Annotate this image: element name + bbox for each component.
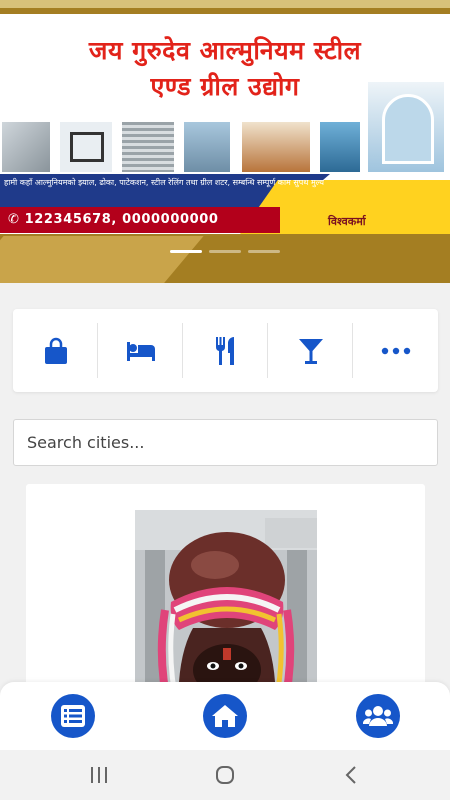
ad-title-line1: जय गुरुदेव आल्मुनियम स्टील	[88, 36, 362, 65]
staircase-photo	[0, 120, 52, 174]
carousel-indicators[interactable]	[0, 250, 450, 254]
nav-list-button[interactable]	[51, 694, 95, 738]
carousel-dot-active[interactable]	[170, 250, 202, 253]
hero-diagonal	[0, 236, 204, 283]
bed-icon	[126, 341, 155, 361]
ad-description: हामी कहाँ आल्मुनियमको झ्याल, ढोका, पाटेक…	[4, 178, 324, 187]
ad-title-line2: एण्ड ग्रील उद्योग	[150, 72, 300, 101]
phone-icon: ✆	[8, 212, 25, 227]
users-icon	[363, 706, 393, 726]
shopping-bag-icon	[44, 337, 67, 364]
recents-button[interactable]	[86, 762, 112, 788]
category-hotels[interactable]	[98, 309, 183, 392]
search-cities-input[interactable]	[13, 419, 438, 466]
category-bar	[13, 309, 438, 392]
category-restaurants[interactable]	[183, 309, 268, 392]
nav-community-button[interactable]	[356, 694, 400, 738]
utensils-icon	[215, 336, 234, 365]
more-horizontal-icon	[381, 347, 410, 354]
bottom-navigation	[0, 682, 450, 750]
shutter-photo	[120, 120, 176, 174]
advertisement-banner[interactable]: जय गुरुदेव आल्मुनियम स्टील एण्ड ग्रील उद…	[0, 14, 450, 234]
carousel-dot[interactable]	[209, 250, 241, 253]
ad-photo-strip	[0, 80, 450, 178]
category-shopping[interactable]	[13, 309, 98, 392]
ad-phone-number: 122345678, 0000000000	[24, 212, 219, 227]
carousel-dot[interactable]	[248, 250, 280, 253]
railing-photo	[240, 120, 312, 174]
ad-phone: ✆ 122345678, 0000000000	[0, 207, 280, 233]
back-button[interactable]	[338, 762, 364, 788]
system-home-button[interactable]	[212, 762, 238, 788]
category-more[interactable]	[353, 309, 438, 392]
list-icon	[61, 705, 85, 727]
home-icon	[212, 705, 238, 727]
back-chevron-icon	[345, 766, 356, 784]
nav-home-button[interactable]	[203, 694, 247, 738]
hero-stripe	[0, 0, 450, 8]
window-photo	[58, 120, 114, 174]
circle-home-icon	[216, 766, 234, 784]
system-navigation-bar	[0, 750, 450, 800]
cocktail-icon	[298, 338, 323, 364]
category-bars[interactable]	[268, 309, 353, 392]
partition-photo	[182, 120, 232, 174]
hero-banner[interactable]: जय गुरुदेव आल्मुनियम स्टील एण्ड ग्रील उद…	[0, 0, 450, 283]
sliding-window-photo	[318, 120, 362, 174]
recents-icon	[91, 767, 107, 783]
ad-brand: विश्वकर्मा	[328, 215, 366, 228]
